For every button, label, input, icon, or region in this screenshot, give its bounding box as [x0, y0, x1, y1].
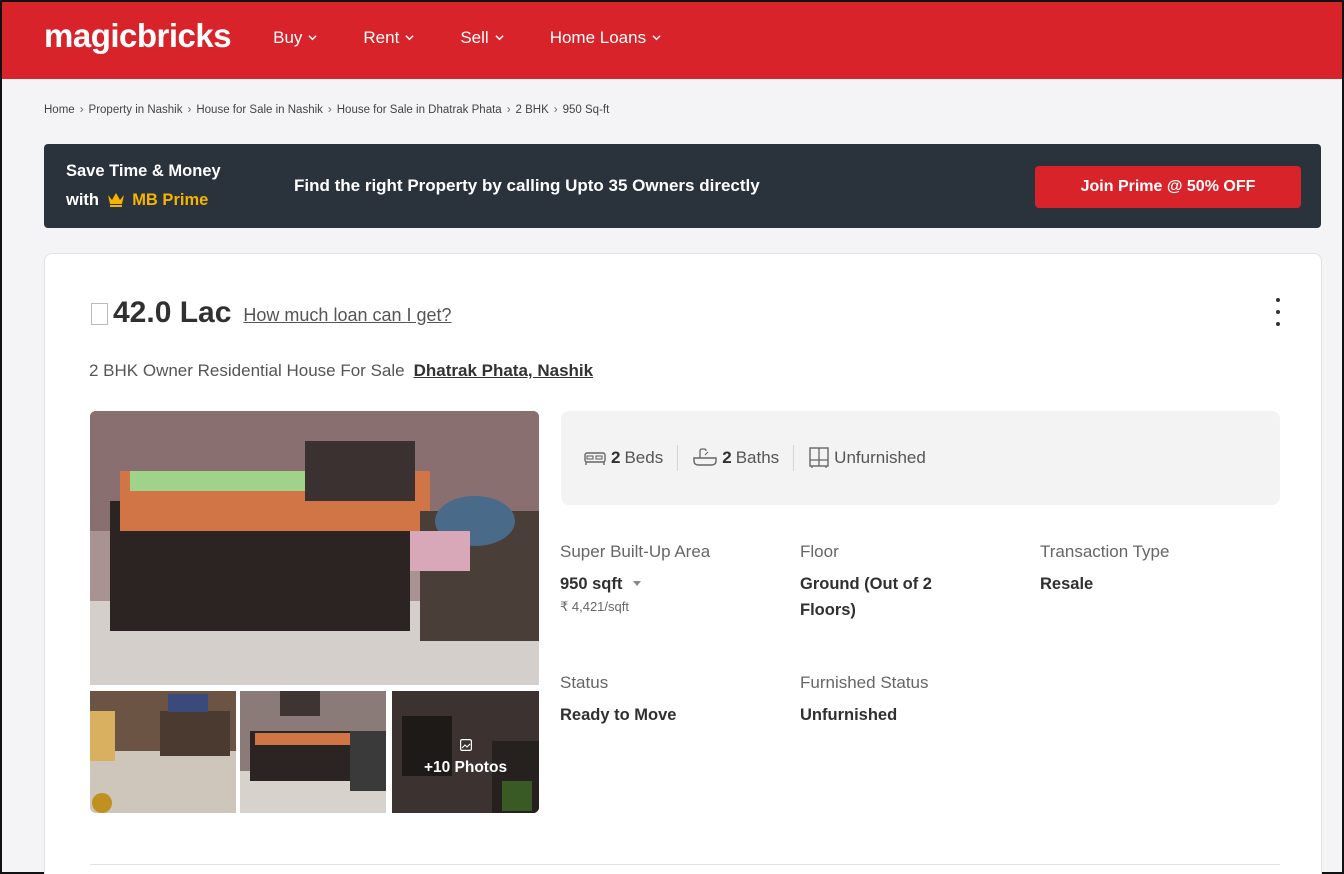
transaction-label: Transaction Type [1040, 542, 1170, 561]
breadcrumb-property-nashik[interactable]: Property in Nashik [89, 104, 183, 116]
furnished-value: Unfurnished [800, 706, 898, 724]
chevron-down-icon [652, 35, 661, 41]
section-divider [90, 864, 1280, 865]
promo-line2: with MB Prime [66, 186, 294, 215]
bathtub-icon [693, 448, 717, 466]
nav-buy-label: Buy [273, 27, 303, 47]
breadcrumb-home[interactable]: Home [44, 104, 75, 116]
crown-icon [107, 193, 124, 207]
furnishing-info: Unfurnished [808, 447, 926, 469]
breadcrumb-separator: › [553, 104, 558, 116]
furnished-detail: Furnished Status Unfurnished [800, 673, 1020, 728]
gallery-icon [459, 739, 472, 751]
property-card: ₹ 42.0 Lac How much loan can I get? 2 BH… [44, 253, 1322, 874]
divider [793, 445, 795, 471]
beds-label: Beds [624, 448, 664, 467]
nav-home-loans[interactable]: Home Loans [550, 28, 661, 48]
baths-label: Baths [735, 448, 780, 467]
more-photos-overlay[interactable]: +10 Photos [392, 691, 539, 813]
nav-buy[interactable]: Buy [273, 27, 318, 48]
beds-info: 2 Beds [583, 448, 663, 468]
main-property-photo[interactable] [90, 411, 539, 685]
price: 42.0 Lac [113, 296, 232, 329]
area-value[interactable]: 950 sqft [560, 571, 780, 597]
more-options-icon[interactable] [1273, 298, 1283, 326]
nav-sell-label: Sell [460, 27, 489, 47]
more-photos-label: +10 Photos [423, 759, 508, 776]
promo-with: with [66, 191, 99, 209]
furnished-label: Furnished Status [800, 673, 929, 692]
promo-message: Find the right Property by calling Upto … [294, 176, 760, 195]
breadcrumb-separator: › [187, 104, 192, 116]
rupee-icon: ₹ [91, 303, 108, 325]
top-nav-bar: magicbricks Buy Rent Sell Home Loans [2, 2, 1342, 79]
loan-eligibility-link[interactable]: How much loan can I get? [243, 305, 451, 326]
property-subtitle: 2 BHK Owner Residential House For Sale Dh… [89, 361, 593, 381]
promo-line1: Save Time & Money [66, 162, 221, 180]
chevron-down-icon [495, 35, 504, 41]
main-nav: Buy Rent Sell Home Loans [273, 28, 707, 48]
promo-tagline: Save Time & Money with MB Prime [66, 157, 294, 215]
location-link[interactable]: Dhatrak Phata, Nashik [414, 361, 594, 380]
breadcrumb-house-sale-dhatrak[interactable]: House for Sale in Dhatrak Phata [337, 104, 502, 116]
divider [677, 445, 679, 471]
breadcrumb-2bhk[interactable]: 2 BHK [516, 104, 549, 116]
nav-rent-label: Rent [363, 27, 400, 47]
price-row: ₹ 42.0 Lac How much loan can I get? [91, 296, 452, 330]
status-label: Status [560, 673, 609, 692]
magicbricks-logo[interactable]: magicbricks [44, 19, 232, 52]
nav-sell[interactable]: Sell [460, 27, 504, 48]
floor-label: Floor [800, 542, 839, 561]
area-value-text: 950 sqft [560, 575, 623, 593]
beds-count: 2 [611, 448, 621, 467]
wardrobe-icon [809, 447, 829, 468]
breadcrumb-separator: › [327, 104, 332, 116]
area-label: Super Built-Up Area [560, 542, 711, 561]
price-per-sqft: ₹ 4,421/sqft [560, 599, 629, 614]
thumbnail-photo-3[interactable]: +10 Photos [392, 691, 539, 813]
breadcrumb-area: 950 Sq-ft [562, 104, 610, 116]
amenities-summary: 2 Beds 2 Baths Unfurnished [561, 411, 1280, 505]
baths-info: 2 Baths [692, 448, 779, 468]
nav-rent[interactable]: Rent [363, 28, 414, 48]
area-detail: Super Built-Up Area 950 sqft ₹ 4,421/sqf… [560, 542, 780, 615]
thumbnail-photo-1[interactable] [90, 691, 236, 813]
floor-value: Ground (Out of 2 Floors) [800, 575, 932, 619]
prime-promo-banner: Save Time & Money with MB Prime Find the… [44, 144, 1321, 228]
breadcrumb-separator: › [506, 104, 511, 116]
bed-icon [584, 452, 606, 465]
property-type: 2 BHK Owner Residential House For Sale [89, 361, 405, 380]
bedroom-photo-image [90, 411, 539, 685]
breadcrumb-house-sale-nashik[interactable]: House for Sale in Nashik [196, 104, 323, 116]
mb-prime-label: MB Prime [132, 191, 209, 209]
furnishing-label: Unfurnished [834, 448, 926, 467]
transaction-value: Resale [1040, 575, 1094, 593]
floor-detail: Floor Ground (Out of 2 Floors) [800, 542, 1000, 623]
caret-down-icon [632, 581, 641, 586]
baths-count: 2 [722, 448, 732, 467]
nav-home-loans-label: Home Loans [549, 27, 647, 47]
status-value: Ready to Move [560, 706, 677, 724]
breadcrumb-separator: › [79, 104, 84, 116]
join-prime-button[interactable]: Join Prime @ 50% OFF [1035, 166, 1301, 208]
breadcrumb: Home › Property in Nashik › House for Sa… [44, 104, 609, 116]
transaction-detail: Transaction Type Resale [1040, 542, 1260, 597]
thumbnail-photo-2[interactable] [240, 691, 386, 813]
chevron-down-icon [405, 35, 414, 41]
chevron-down-icon [308, 35, 318, 41]
status-detail: Status Ready to Move [560, 673, 780, 728]
